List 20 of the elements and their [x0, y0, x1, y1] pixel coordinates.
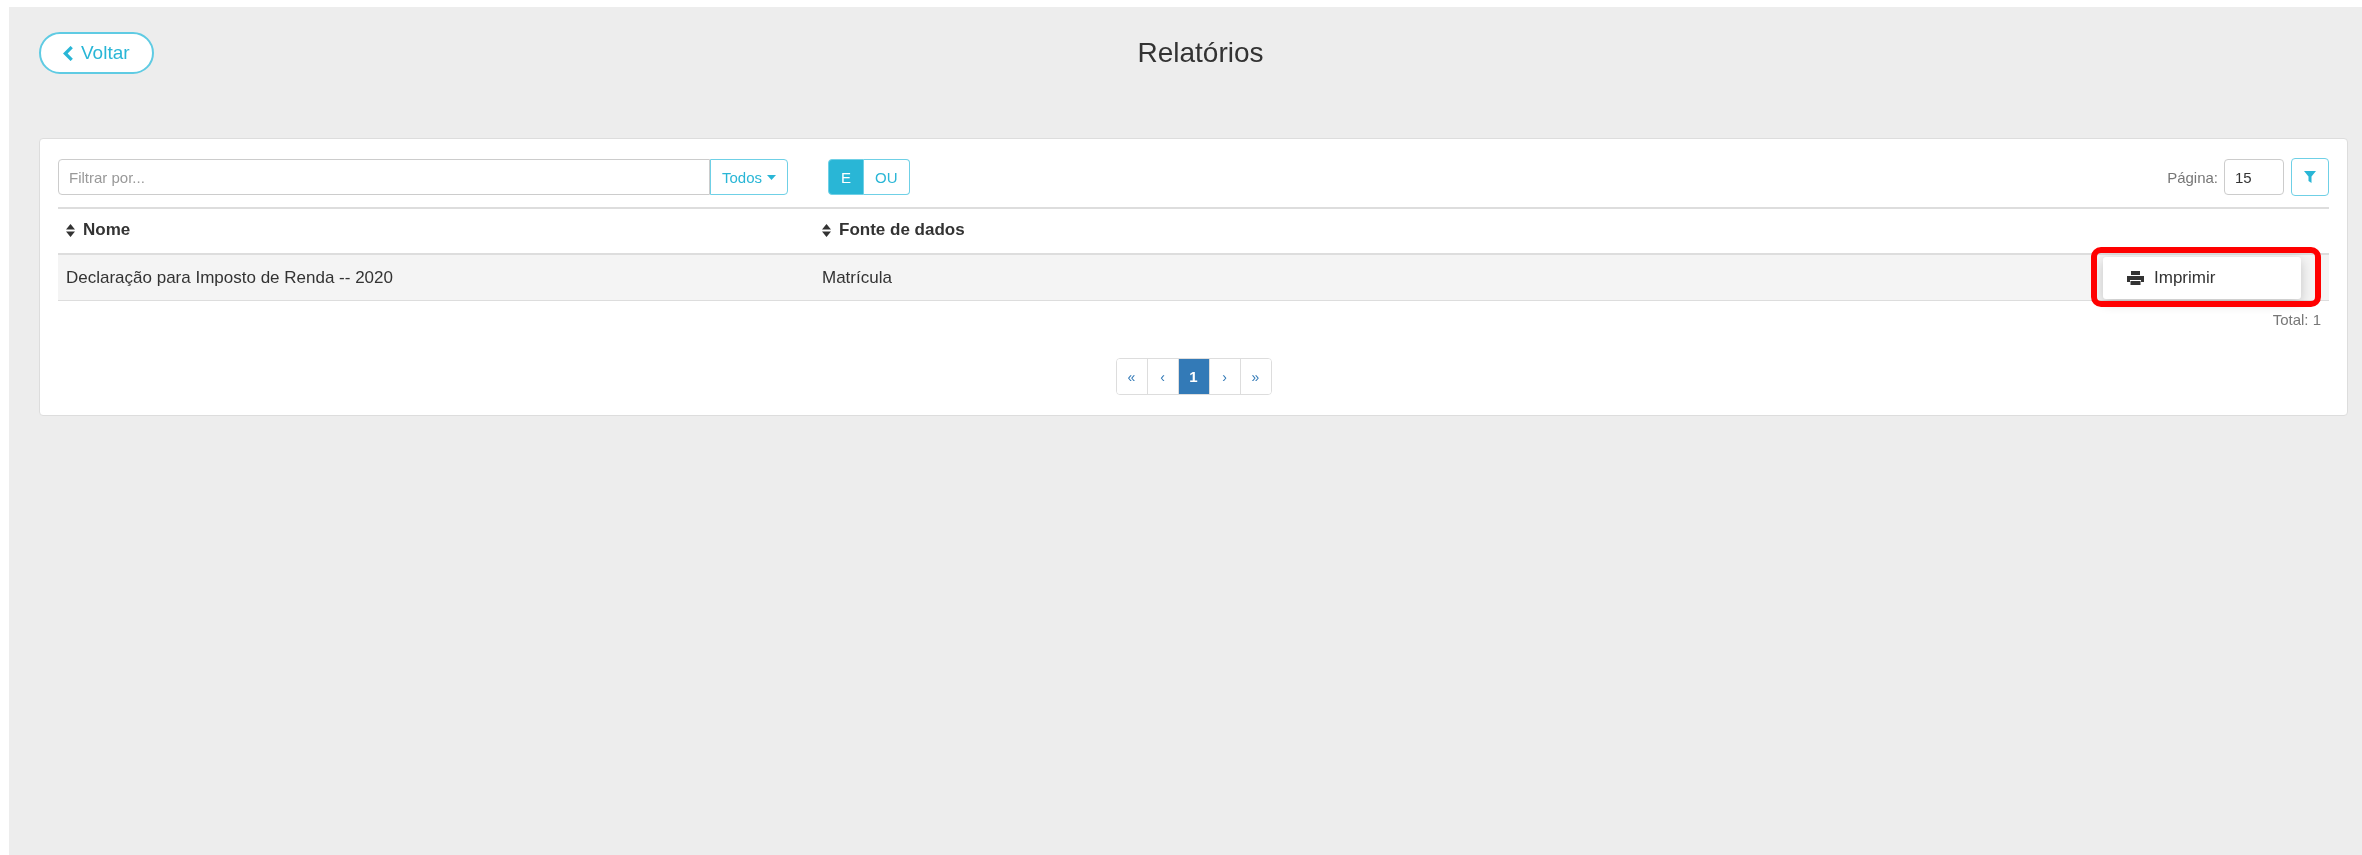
- column-header[interactable]: Nome: [66, 220, 131, 241]
- page-size-label: Página:: [2167, 168, 2218, 186]
- filter-button[interactable]: [2291, 158, 2329, 196]
- chevron-left-icon: [63, 45, 74, 61]
- funnel-icon: [2304, 171, 2316, 183]
- column-header[interactable]: Fonte de dados: [822, 220, 965, 241]
- page-title: Relatórios: [1137, 37, 1264, 69]
- table-cell: Matrícula: [822, 267, 892, 287]
- printer-icon: [2127, 271, 2144, 285]
- table-cell: Declaração para Imposto de Renda -- 2020: [66, 267, 393, 287]
- logic-toggle[interactable]: OU: [864, 159, 910, 195]
- page-link[interactable]: 1: [1177, 359, 1209, 394]
- caret-down-icon: [767, 174, 777, 180]
- total-count: Total: 1: [2271, 311, 2322, 328]
- sort-icon: [822, 223, 831, 237]
- filter-field[interactable]: Filtrar por...: [58, 159, 710, 195]
- page-size-field[interactable]: 15: [2224, 159, 2284, 195]
- print-menu-item[interactable]: Imprimir: [2103, 257, 2301, 299]
- page-link[interactable]: »: [1239, 359, 1271, 394]
- sort-icon: [66, 223, 75, 237]
